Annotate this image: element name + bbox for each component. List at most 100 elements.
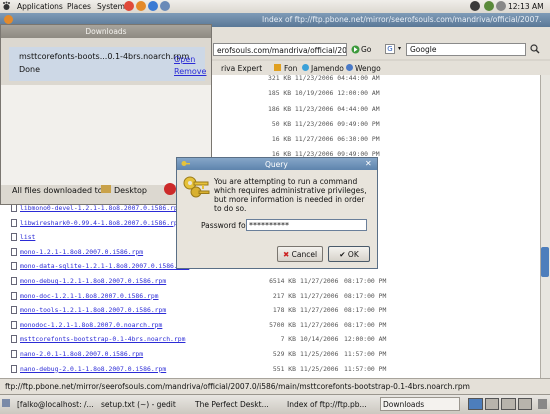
dialog-titlebar[interactable]: Query ✕ — [177, 158, 377, 170]
help-icon[interactable] — [124, 1, 134, 11]
go-arrow-icon[interactable] — [351, 45, 360, 54]
open-link[interactable]: Open — [174, 55, 195, 64]
bookmarks-toolbar: riva Expert Fon Jamendo Wengo — [210, 61, 550, 75]
table-row: mono-doc-1.2.1-1.8o8.2007.0.i586.rpm 217 … — [0, 291, 540, 303]
go-button[interactable]: Go — [361, 45, 371, 54]
volume-icon[interactable] — [496, 1, 506, 11]
file-meta: 551 KB 11/25/2006 11:57:00 PM — [268, 365, 388, 373]
browser-window-title: Index of ftp://ftp.pbone.net/mirror/seer… — [262, 15, 542, 24]
clear-list-icon[interactable] — [164, 183, 176, 195]
bottom-taskbar: [falko@localhost: /... setup.txt (~) - g… — [0, 394, 550, 414]
status-bar: ftp://ftp.pbone.net/mirror/seerofsouls.c… — [0, 378, 550, 394]
taskbar-item-downloads[interactable]: Downloads — [380, 397, 460, 411]
taskbar-item-gedit[interactable]: setup.txt (~) - gedit — [98, 397, 190, 411]
remove-link[interactable]: Remove — [174, 67, 206, 76]
file-link[interactable]: monodoc-1.2.1-1.8o8.2007.0.noarch.rpm — [20, 321, 162, 329]
search-engine-dropdown-icon[interactable]: ▾ — [398, 45, 401, 52]
table-row: msttcorefonts-bootstrap-0.1-4brs.noarch.… — [0, 334, 540, 346]
url-input[interactable]: erofsouls.com/mandriva/official/200 — [213, 43, 347, 56]
bookmark-wengo[interactable]: Wengo — [355, 64, 381, 73]
google-search-engine-icon[interactable]: G — [385, 44, 395, 54]
dialog-message: You are attempting to run a command whic… — [214, 177, 367, 213]
taskbar-item-perfect-desktop[interactable]: The Perfect Deskt... — [192, 397, 280, 411]
file-link[interactable]: nano-debug-2.0.1-1.8o8.2007.0.i586.rpm — [20, 365, 166, 373]
downloads-titlebar[interactable]: Downloads — [1, 25, 211, 38]
dialog-menu-icon[interactable] — [181, 159, 190, 168]
search-input[interactable]: Google — [406, 43, 526, 56]
vertical-scrollbar[interactable] — [540, 75, 550, 378]
foot-icon[interactable] — [2, 1, 11, 11]
ok-button[interactable]: ✔ OK — [328, 246, 370, 262]
file-icon — [11, 350, 17, 358]
file-link[interactable]: mono-tools-1.2.1-1.8o8.2007.0.i586.rpm — [20, 306, 166, 314]
listing-row: 321 KB 11/23/2006 04:44:00 AM — [268, 74, 380, 82]
file-link[interactable]: list — [20, 233, 35, 241]
file-meta: 217 KB 11/27/2006 08:17:00 PM — [268, 292, 388, 300]
file-time: 08:17:00 PM — [344, 320, 387, 329]
file-size: 178 KB — [272, 306, 296, 315]
bookmark-mandriva-expert[interactable]: riva Expert — [221, 64, 262, 73]
file-date: 11/27/2006 — [300, 320, 339, 329]
network-icon[interactable] — [484, 1, 494, 11]
table-row: mono-debug-1.2.1-1.8o8.2007.0.i586.rpm 65… — [0, 276, 540, 288]
file-date: 10/14/2006 — [300, 335, 339, 344]
top-panel: Applications Places System 12:13 AM — [0, 0, 550, 14]
file-meta: 529 KB 11/25/2006 11:57:00 PM — [268, 350, 388, 358]
password-input[interactable]: ********** — [246, 219, 367, 231]
firefox-icon[interactable] — [136, 1, 146, 11]
all-files-label: All files downloaded to: — [12, 186, 106, 195]
cancel-label: Cancel — [291, 250, 318, 259]
file-link[interactable]: nano-2.0.1-1.8o8.2007.0.i586.rpm — [20, 350, 143, 358]
cancel-button[interactable]: ✖ Cancel — [277, 246, 323, 262]
workspace-switcher[interactable] — [468, 398, 532, 410]
file-icon — [11, 277, 17, 285]
file-link[interactable]: mono-data-sqlite-1.2.1-1.8o8.2007.0.i586… — [20, 262, 189, 270]
fon-bookmark-icon — [274, 64, 281, 71]
firefox-window-icon — [4, 15, 13, 24]
taskbar-item-index-ftp[interactable]: Index of ftp://ftp.pb... — [284, 397, 376, 411]
query-dialog: Query ✕ You are attempting to run a comm… — [176, 157, 378, 269]
file-meta: 6514 KB 11/27/2006 08:17:00 PM — [268, 277, 388, 285]
clock[interactable]: 12:13 AM — [508, 2, 544, 11]
file-size: 6514 KB — [269, 277, 296, 285]
system-menu[interactable]: System — [97, 2, 125, 11]
download-folder-name[interactable]: Desktop — [114, 186, 147, 195]
table-row: nano-2.0.1-1.8o8.2007.0.i586.rpm 529 KB 11… — [0, 349, 540, 361]
taskbar-item-terminal[interactable]: [falko@localhost: /... — [14, 397, 94, 411]
file-icon — [11, 218, 17, 227]
trash-icon[interactable] — [538, 399, 547, 409]
file-link[interactable]: libmono0-devel-1.2.1-1.8o8.2007.0.i586.r… — [20, 204, 182, 212]
cancel-icon: ✖ — [282, 250, 290, 259]
update-notifier-icon[interactable] — [470, 1, 480, 11]
places-menu[interactable]: Places — [67, 2, 91, 11]
file-date: 11/25/2006 — [300, 350, 339, 358]
listing-row: 186 KB 11/23/2006 04:44:00 AM — [268, 105, 380, 113]
file-link[interactable]: msttcorefonts-bootstrap-0.1-4brs.noarch.… — [20, 335, 185, 343]
bookmark-jamendo[interactable]: Jamendo — [311, 64, 344, 73]
bookmark-fon[interactable]: Fon — [284, 64, 297, 73]
scrollbar-thumb[interactable] — [541, 247, 549, 277]
app-launcher-icon[interactable] — [160, 1, 170, 11]
table-row: nano-debug-2.0.1-1.8o8.2007.0.i586.rpm 55… — [0, 364, 540, 376]
file-icon — [11, 247, 17, 256]
close-icon[interactable]: ✕ — [365, 159, 372, 168]
file-icon — [11, 262, 17, 271]
file-icon — [11, 320, 17, 329]
file-size: 7 KB — [280, 335, 296, 344]
search-magnifier-icon[interactable] — [530, 44, 540, 54]
file-size: 529 KB — [272, 350, 296, 358]
file-link[interactable]: mono-doc-1.2.1-1.8o8.2007.0.i586.rpm — [20, 292, 159, 300]
ok-label: OK — [347, 250, 359, 259]
file-icon — [11, 364, 17, 373]
jamendo-bookmark-icon — [302, 64, 309, 71]
dialog-title: Query — [265, 160, 288, 169]
thunderbird-icon[interactable] — [148, 1, 158, 11]
file-link[interactable]: libwireshark0-0.99.4-1.8o8.2007.0.i586.r… — [20, 219, 182, 227]
file-size: 5700 KB — [269, 320, 296, 329]
file-link[interactable]: mono-debug-1.2.1-1.8o8.2007.0.i586.rpm — [20, 277, 166, 285]
file-date: 11/27/2006 — [300, 277, 339, 285]
file-time: 11:57:00 PM — [344, 364, 387, 373]
file-link[interactable]: mono-1.2.1-1.8o8.2007.0.i586.rpm — [20, 248, 143, 256]
show-desktop-icon[interactable] — [2, 399, 10, 407]
applications-menu[interactable]: Applications — [17, 2, 63, 11]
